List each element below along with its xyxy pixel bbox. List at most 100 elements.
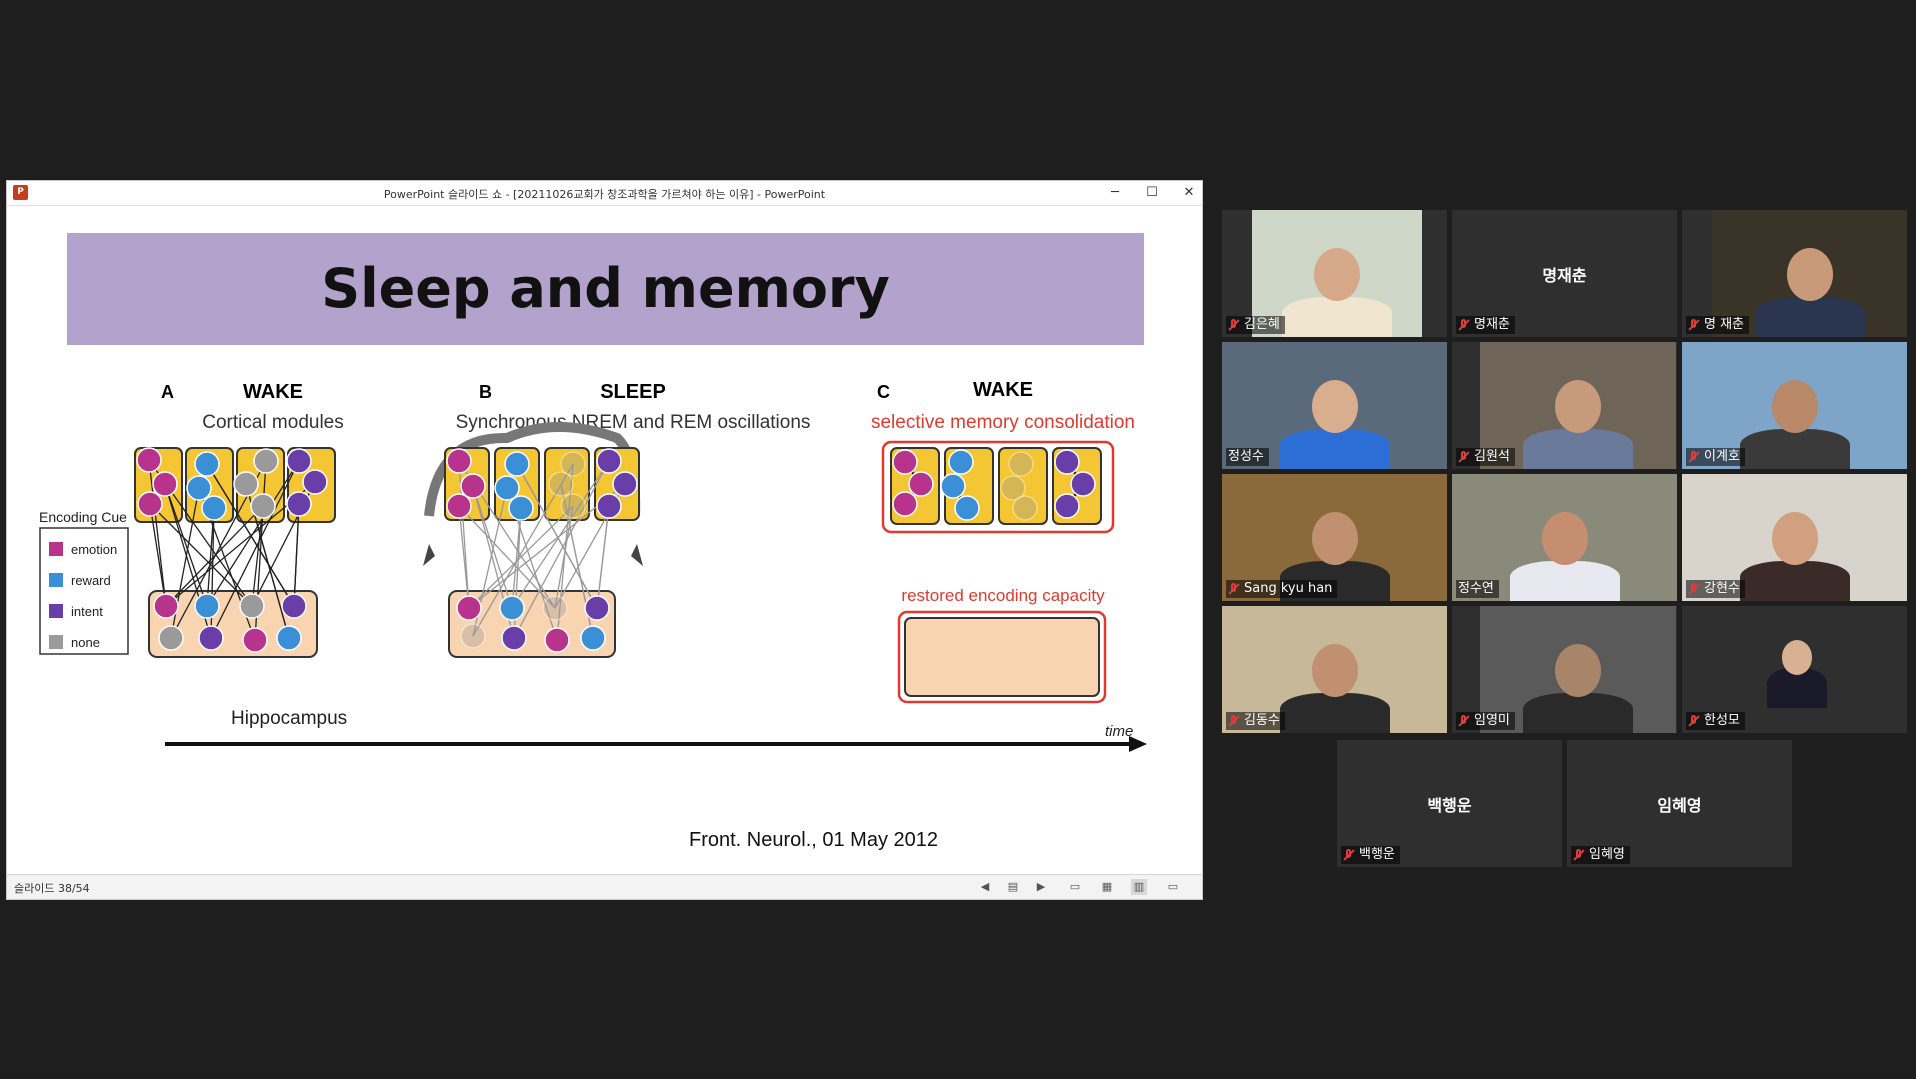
neuron-node bbox=[194, 451, 220, 477]
maximize-button[interactable]: ☐ bbox=[1134, 183, 1170, 203]
neuron-node bbox=[494, 475, 520, 501]
title-band: Sleep and memory bbox=[67, 233, 1144, 345]
participant-tile[interactable]: 김원석 bbox=[1452, 342, 1677, 469]
participant-tile[interactable]: 정수연 bbox=[1452, 474, 1677, 601]
normal-view-icon[interactable]: ▭ bbox=[1067, 879, 1083, 895]
restored-hippocampus bbox=[904, 617, 1100, 697]
participant-face bbox=[1786, 248, 1833, 301]
participant-label: Sang kyu han bbox=[1226, 580, 1338, 598]
participant-tile[interactable]: 강현수 bbox=[1682, 474, 1907, 601]
participant-tile[interactable]: 김동수 bbox=[1222, 606, 1447, 733]
participant-video bbox=[1757, 628, 1837, 708]
neuron-node bbox=[194, 593, 220, 619]
minimize-button[interactable]: ─ bbox=[1097, 183, 1133, 203]
neuron-node bbox=[446, 493, 472, 519]
window-titlebar: P PowerPoint 슬라이드 쇼 - [20211026교회가 창조과학을… bbox=[7, 181, 1202, 206]
legend-swatch-reward bbox=[49, 573, 63, 587]
legend-swatch-intent bbox=[49, 604, 63, 618]
reading-view-icon[interactable]: ▥ bbox=[1131, 879, 1147, 895]
slide-counter: 슬라이드 38/54 bbox=[14, 882, 90, 895]
participant-tile[interactable]: 명 재춘 bbox=[1682, 210, 1907, 337]
panel-a-letter: A bbox=[161, 382, 174, 402]
participant-name-center: 임혜영 bbox=[1657, 796, 1702, 815]
hippocampus-label: Hippocampus bbox=[231, 708, 347, 729]
participant-tile[interactable]: 백행운 백행운 bbox=[1337, 740, 1562, 867]
neuron-node bbox=[596, 448, 622, 474]
notes-icon[interactable]: ▤ bbox=[1005, 879, 1021, 895]
participant-label: 백행운 bbox=[1341, 846, 1400, 864]
participant-tile[interactable]: 명재춘 명재춘 bbox=[1452, 210, 1677, 337]
slide-sorter-icon[interactable]: ▦ bbox=[1099, 879, 1115, 895]
muted-mic-icon bbox=[1688, 450, 1700, 464]
citation: Front. Neurol., 01 May 2012 bbox=[689, 829, 939, 851]
slide-canvas[interactable]: Sleep and memory A WAKE Cortical modules… bbox=[7, 206, 1202, 875]
neuron-node bbox=[446, 448, 472, 474]
participant-tile[interactable]: 임영미 bbox=[1452, 606, 1677, 733]
muted-mic-icon bbox=[1458, 714, 1470, 728]
legend-swatch-emotion bbox=[49, 542, 63, 556]
previous-slide-icon[interactable]: ◀ bbox=[977, 879, 993, 895]
muted-mic-icon bbox=[1688, 714, 1700, 728]
neuron-node bbox=[198, 625, 224, 651]
participant-tile[interactable]: 한성모 bbox=[1682, 606, 1907, 733]
neuron-node bbox=[276, 625, 302, 651]
neuron-node bbox=[508, 495, 534, 521]
muted-mic-icon bbox=[1343, 848, 1355, 862]
neuron-node bbox=[892, 491, 918, 517]
sleep-memory-figure: A WAKE Cortical modules B SLEEP Synchron… bbox=[39, 379, 1147, 752]
participant-name: 임영미 bbox=[1474, 713, 1510, 728]
legend-swatch-none bbox=[49, 635, 63, 649]
neuron-node bbox=[504, 451, 530, 477]
participant-face bbox=[1771, 380, 1818, 433]
close-button[interactable]: ✕ bbox=[1171, 183, 1207, 203]
next-slide-icon[interactable]: ▶ bbox=[1033, 879, 1049, 895]
faded-node bbox=[1012, 495, 1038, 521]
participant-body bbox=[1754, 297, 1865, 337]
participant-tile[interactable]: 정성수 bbox=[1222, 342, 1447, 469]
neuron-node bbox=[940, 473, 966, 499]
neuron-node bbox=[233, 471, 259, 497]
participant-face bbox=[1314, 248, 1360, 301]
muted-mic-icon bbox=[1458, 450, 1470, 464]
participant-label: 이계호 bbox=[1686, 448, 1745, 466]
neuron-node bbox=[152, 471, 178, 497]
neuron-node bbox=[499, 595, 525, 621]
participant-tile[interactable]: 임혜영 임혜영 bbox=[1567, 740, 1792, 867]
participant-name: Sang kyu han bbox=[1244, 581, 1333, 596]
neuron-node bbox=[239, 593, 265, 619]
neuron-node bbox=[302, 469, 328, 495]
participant-name: 이계호 bbox=[1704, 449, 1740, 464]
neuron-node bbox=[460, 623, 486, 649]
panel-c-subtitle: selective memory consolidation bbox=[871, 412, 1135, 433]
participant-tile[interactable]: 이계호 bbox=[1682, 342, 1907, 469]
participant-label: 김원석 bbox=[1456, 448, 1515, 466]
neuron-node bbox=[948, 449, 974, 475]
time-label: time bbox=[1105, 723, 1133, 740]
participant-face bbox=[1311, 512, 1358, 565]
neuron-node bbox=[201, 495, 227, 521]
restored-label: restored encoding capacity bbox=[901, 586, 1105, 605]
participant-body bbox=[1279, 429, 1390, 469]
neuron-node bbox=[1054, 493, 1080, 519]
panel-a-subtitle: Cortical modules bbox=[202, 412, 344, 433]
participant-name: 김은혜 bbox=[1244, 317, 1280, 332]
neuron-node bbox=[1054, 449, 1080, 475]
neuron-node bbox=[242, 627, 268, 653]
participant-tile[interactable]: 김은혜 bbox=[1222, 210, 1447, 337]
participant-label: 한성모 bbox=[1686, 712, 1745, 730]
neuron-node bbox=[456, 595, 482, 621]
slideshow-icon[interactable]: ▭ bbox=[1165, 879, 1181, 895]
participant-face bbox=[1771, 512, 1818, 565]
participant-label: 정성수 bbox=[1226, 448, 1269, 466]
participant-face bbox=[1311, 380, 1358, 433]
muted-mic-icon bbox=[1228, 582, 1240, 596]
faded-node bbox=[1008, 451, 1034, 477]
panel-a-diagram bbox=[134, 447, 336, 658]
neuron-node bbox=[250, 493, 276, 519]
neuron-node bbox=[281, 593, 307, 619]
participant-label: 임혜영 bbox=[1571, 846, 1630, 864]
legend-title: Encoding Cue bbox=[39, 509, 127, 525]
participant-body bbox=[1739, 429, 1850, 469]
participant-tile[interactable]: Sang kyu han bbox=[1222, 474, 1447, 601]
participant-name: 정수연 bbox=[1458, 581, 1494, 596]
